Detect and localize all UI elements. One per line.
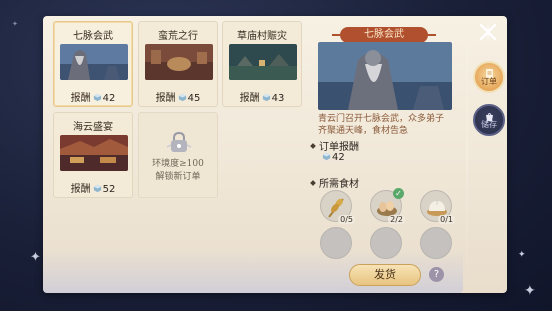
ingredient-eggs[interactable]: ✓ 2/2 — [370, 188, 405, 224]
ingredient-count: 0/1 — [438, 215, 455, 224]
cube-icon — [178, 93, 187, 102]
tab-orders[interactable]: 订单 — [473, 61, 505, 93]
tab-label: 订单 — [481, 77, 497, 86]
empty-ingredient-slot — [320, 227, 352, 259]
ingredients-title: 所需食材 — [319, 179, 359, 190]
cube-icon — [262, 93, 271, 102]
reward-qty: 42 — [102, 93, 116, 104]
reward-label: 报酬 — [70, 93, 91, 104]
sparkle-icon: ✦ — [12, 20, 18, 28]
close-icon — [479, 22, 497, 42]
order-reward-heading: 订单报酬 — [310, 138, 359, 153]
cube-icon — [93, 184, 102, 193]
detail-title: 七脉会武 — [332, 27, 436, 43]
diamond-icon — [310, 180, 316, 186]
sparkle-icon: ✦ — [518, 250, 526, 260]
ingredient-count: 2/2 — [388, 215, 405, 224]
order-card-manhuang[interactable]: 蛮荒之行 报酬 45 — [138, 21, 218, 107]
reward-label: 报酬 — [155, 93, 176, 104]
order-reward-value: 42 — [320, 152, 345, 163]
ingredients-heading: 所需食材 — [310, 175, 359, 190]
locked-hint: 解锁新订单 — [155, 172, 201, 182]
order-reward: 报酬 42 — [54, 89, 132, 104]
panel-divider — [466, 16, 468, 293]
order-description: 青云门召开七脉会武，众多弟子齐聚通天峰，食材告急 — [318, 114, 445, 136]
detail-illustration — [318, 42, 452, 110]
order-thumbnail — [60, 44, 128, 80]
deliver-button[interactable]: 发货 — [349, 264, 421, 286]
ingredient-count: 0/5 — [338, 215, 355, 224]
locked-condition: 环境度≥100 — [152, 159, 204, 169]
empty-ingredient-slot — [370, 227, 402, 259]
ingredient-wheat[interactable]: 0/5 — [320, 190, 355, 224]
check-icon: ✓ — [393, 188, 404, 199]
reward-qty: 43 — [271, 93, 285, 104]
order-title: 七脉会武 — [73, 31, 113, 42]
order-reward-qty: 42 — [332, 152, 345, 163]
empty-ingredient-slot — [420, 227, 452, 259]
order-card-haiyun[interactable]: 海云盛宴 报酬 52 — [53, 112, 133, 198]
cube-icon — [322, 152, 331, 161]
reward-qty: 52 — [102, 184, 116, 195]
reward-label: 报酬 — [70, 184, 91, 195]
order-reward: 报酬 52 — [54, 180, 132, 195]
tab-label: 储存 — [481, 120, 497, 129]
sparkle-icon: ✦ — [30, 250, 41, 265]
tab-storage[interactable]: 储存 — [473, 104, 505, 136]
lock-icon — [165, 131, 193, 153]
order-card-caomiao[interactable]: 草庙村赈灾 报酬 43 — [222, 21, 302, 107]
ingredient-steamed-bun[interactable]: 0/1 — [420, 190, 455, 224]
cube-icon — [93, 93, 102, 102]
reward-label: 报酬 — [239, 93, 260, 104]
sparkle-icon: ✦ — [524, 283, 536, 299]
order-reward: 报酬 43 — [223, 89, 301, 104]
diamond-icon — [310, 143, 316, 149]
order-reward: 报酬 45 — [139, 89, 217, 104]
order-title: 草庙村赈灾 — [237, 31, 287, 42]
order-thumbnail — [60, 135, 128, 171]
order-title: 海云盛宴 — [73, 122, 113, 133]
help-button[interactable]: ? — [429, 267, 444, 282]
locked-order-card: 环境度≥100 解锁新订单 — [138, 112, 218, 198]
locked-requirement: 环境度≥100 解锁新订单 — [139, 158, 217, 184]
order-card-qimai[interactable]: 七脉会武 报酬 42 — [53, 21, 133, 107]
order-thumbnail — [229, 44, 297, 80]
order-title: 蛮荒之行 — [158, 31, 198, 42]
close-button[interactable] — [477, 21, 499, 43]
order-thumbnail — [145, 44, 213, 80]
reward-qty: 45 — [187, 93, 201, 104]
